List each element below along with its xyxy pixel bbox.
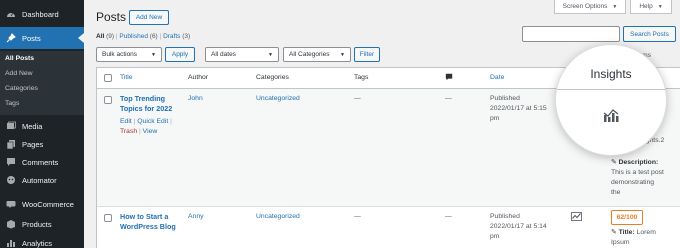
products-icon xyxy=(5,219,16,230)
chevron-down-icon: ▼ xyxy=(340,52,345,58)
row-checkbox[interactable] xyxy=(104,214,112,222)
bulk-actions-select[interactable]: Bulk actions ▼ xyxy=(96,47,162,62)
caret-down-icon: ▼ xyxy=(657,3,663,10)
sidebar-item-label: Automator xyxy=(22,175,57,185)
filter-published[interactable]: Published xyxy=(119,33,148,40)
page-title: Posts xyxy=(96,10,127,24)
sidebar-item-woocommerce[interactable]: WooCommerce xyxy=(0,193,84,215)
filter-drafts[interactable]: Drafts xyxy=(163,33,180,40)
sidebar-item-label: Posts xyxy=(22,33,41,43)
posts-submenu: All Posts Add New Categories Tags xyxy=(0,51,84,115)
pages-icon xyxy=(5,139,16,150)
view-link[interactable]: View xyxy=(143,128,158,135)
submenu-tags[interactable]: Tags xyxy=(5,100,19,107)
category-link[interactable]: Uncategorized xyxy=(256,212,300,222)
select-all-checkbox[interactable] xyxy=(104,74,112,82)
submenu-all-posts[interactable]: All Posts xyxy=(5,55,34,62)
automator-icon xyxy=(5,175,16,186)
submenu-categories[interactable]: Categories xyxy=(5,85,38,92)
filter-all[interactable]: All xyxy=(96,33,104,40)
category-link[interactable]: Uncategorized xyxy=(256,94,300,104)
chevron-down-icon: ▼ xyxy=(268,52,273,58)
screen-options-button[interactable]: Screen Options ▼ xyxy=(554,0,626,14)
sidebar-item-label: Comments xyxy=(22,157,59,167)
admin-sidebar: Dashboard Posts All Posts Add New Catego… xyxy=(0,0,84,248)
row-actions: Edit | Quick Edit | Trash | View xyxy=(120,118,172,135)
post-title-cell: How to Start a WordPress Blog xyxy=(120,212,188,232)
row-checkbox[interactable] xyxy=(104,96,112,104)
pencil-icon: ✎ xyxy=(611,229,617,236)
column-tags: Tags xyxy=(354,74,369,81)
search-posts-button[interactable]: Search Posts xyxy=(623,26,676,42)
column-categories: Categories xyxy=(256,74,289,81)
column-title[interactable]: Title xyxy=(120,74,133,81)
filter-button[interactable]: Filter xyxy=(354,47,380,62)
sidebar-item-label: Dashboard xyxy=(22,9,59,19)
insights-chart-icon[interactable] xyxy=(603,107,619,123)
post-title-link[interactable]: How to Start a WordPress Blog xyxy=(120,212,188,232)
sidebar-item-label: Products xyxy=(22,219,52,229)
column-date[interactable]: Date xyxy=(490,74,504,81)
table-row: How to Start a WordPress Blog Anny Uncat… xyxy=(97,207,680,248)
sidebar-item-analytics[interactable]: Analytics xyxy=(0,232,84,248)
column-author: Author xyxy=(188,74,209,81)
add-new-button[interactable]: Add New xyxy=(129,10,169,25)
apply-button[interactable]: Apply xyxy=(165,47,195,62)
filter-published-count: (6) xyxy=(149,33,158,40)
comments-cell: — xyxy=(445,213,452,220)
analytics-icon xyxy=(5,238,16,248)
filter-all-count: (9) xyxy=(106,33,115,40)
insights-row-icon[interactable] xyxy=(571,212,582,225)
pencil-icon: ✎ xyxy=(611,159,617,166)
filter-drafts-count: (3) xyxy=(182,33,191,40)
insights-column-header: Insights xyxy=(590,67,632,81)
seo-score-badge: 62/100 xyxy=(611,210,643,225)
post-title-cell: Top Trending Topics for 2022 Edit | Quic… xyxy=(120,94,188,137)
date-cell: Published 2022/01/17 at 5:15 pm xyxy=(490,95,547,122)
sidebar-item-label: Pages xyxy=(22,139,44,149)
sidebar-item-label: WooCommerce xyxy=(22,199,74,209)
lens-divider xyxy=(556,89,666,90)
media-icon xyxy=(5,121,16,132)
sidebar-item-automator[interactable]: Automator xyxy=(0,169,84,191)
pin-icon xyxy=(5,33,16,44)
tags-cell: — xyxy=(354,95,361,102)
help-button[interactable]: Help ▼ xyxy=(630,0,672,14)
trash-link[interactable]: Trash xyxy=(120,128,137,135)
author-link[interactable]: Anny xyxy=(188,212,204,222)
sidebar-item-label: Media xyxy=(22,121,43,131)
sidebar-item-dashboard[interactable]: Dashboard xyxy=(0,3,84,25)
dates-select[interactable]: All dates ▼ xyxy=(205,47,279,62)
chevron-down-icon: ▼ xyxy=(151,52,156,58)
comments-cell: — xyxy=(445,95,452,102)
categories-select[interactable]: All Categories ▼ xyxy=(283,47,351,62)
caret-down-icon: ▼ xyxy=(612,3,618,10)
status-filters: All (9) | Published (6) | Drafts (3) xyxy=(96,33,191,40)
quick-edit-link[interactable]: Quick Edit xyxy=(137,118,168,125)
edit-link[interactable]: Edit xyxy=(120,118,132,125)
tags-cell: — xyxy=(354,213,361,220)
woocommerce-icon xyxy=(5,199,16,210)
insights-magnifier: Insights xyxy=(556,45,666,155)
post-title-link[interactable]: Top Trending Topics for 2022 xyxy=(120,94,188,114)
search-input[interactable] xyxy=(522,26,620,42)
submenu-add-new[interactable]: Add New xyxy=(5,70,33,77)
sidebar-item-label: Analytics xyxy=(22,238,53,248)
comments-icon xyxy=(5,157,16,168)
comment-bubble-icon[interactable] xyxy=(445,73,453,83)
dashboard-icon xyxy=(5,9,16,20)
seo-details-cell: ✎ Title: Lorem Ipsum xyxy=(611,229,656,246)
sidebar-item-posts[interactable]: Posts xyxy=(0,27,84,49)
date-cell: Published 2022/01/17 at 5:14 pm xyxy=(490,213,547,240)
author-link[interactable]: John xyxy=(188,94,203,104)
